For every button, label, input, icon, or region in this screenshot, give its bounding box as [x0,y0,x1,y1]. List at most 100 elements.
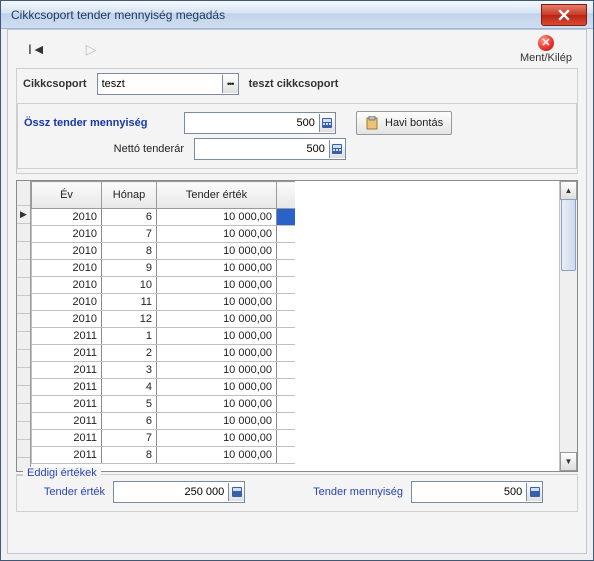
table-row[interactable]: 20101210 000,0020,00 [32,311,296,328]
scroll-thumb[interactable] [561,199,576,271]
cell-honap[interactable]: 6 [102,209,157,226]
column-header[interactable]: Mennyiség [277,182,296,209]
table-row[interactable]: 2011810 000,0020,00 [32,447,296,464]
nav-first-button[interactable]: I◄ [28,41,46,58]
cell-ev[interactable]: 2011 [32,345,102,362]
column-header[interactable]: Hónap [102,182,157,209]
cell-honap[interactable]: 8 [102,447,157,464]
table-row[interactable]: 2011510 000,0020,00 [32,396,296,413]
cell-honap[interactable]: 10 [102,277,157,294]
tender-ertek-input[interactable] [114,483,228,501]
cell-ertek[interactable]: 10 000,00 [157,430,277,447]
cell-ertek[interactable]: 10 000,00 [157,311,277,328]
cell-ev[interactable]: 2011 [32,328,102,345]
calculator-icon[interactable] [319,114,335,132]
cell-menny[interactable]: 20,00 [277,243,296,260]
netto-field[interactable] [194,138,346,160]
cell-ev[interactable]: 2011 [32,379,102,396]
table-row[interactable]: 2010710 000,0020,00 [32,226,296,243]
column-header[interactable]: Év [32,182,102,209]
cell-honap[interactable]: 11 [102,294,157,311]
table-row[interactable]: 20101010 000,0020,00 [32,277,296,294]
scroll-up-icon[interactable]: ▲ [560,181,577,200]
cell-honap[interactable]: 5 [102,396,157,413]
cell-ertek[interactable]: 10 000,00 [157,277,277,294]
havi-bontas-button[interactable]: Havi bontás [356,111,452,135]
cell-honap[interactable]: 4 [102,379,157,396]
ellipsis-button[interactable]: ••• [222,75,238,93]
table-row[interactable]: 2010610 000,0020,00 [32,209,296,226]
cell-menny[interactable]: 20,00 [277,379,296,396]
cell-ertek[interactable]: 10 000,00 [157,413,277,430]
cell-ertek[interactable]: 10 000,00 [157,345,277,362]
data-grid[interactable]: ▶ ÉvHónapTender értékMennyiség 2010610 0… [16,180,578,472]
cikkcsoport-combo[interactable]: ••• [97,73,239,95]
cell-honap[interactable]: 8 [102,243,157,260]
cell-ev[interactable]: 2011 [32,396,102,413]
cell-honap[interactable]: 2 [102,345,157,362]
table-row[interactable]: 20101110 000,0020,00 [32,294,296,311]
calculator-icon[interactable] [228,483,244,501]
calculator-icon[interactable] [329,140,345,158]
cell-honap[interactable]: 9 [102,260,157,277]
cell-honap[interactable]: 12 [102,311,157,328]
cell-menny[interactable]: 20,00 [277,277,296,294]
ossz-field[interactable] [184,112,336,134]
cell-menny[interactable]: 20,00 [277,209,296,226]
netto-input[interactable] [195,140,329,158]
cell-menny[interactable]: 20,00 [277,345,296,362]
cell-ertek[interactable]: 10 000,00 [157,209,277,226]
tender-menny-input[interactable] [412,483,526,501]
cell-ev[interactable]: 2010 [32,294,102,311]
cell-ertek[interactable]: 10 000,00 [157,328,277,345]
cell-ertek[interactable]: 10 000,00 [157,243,277,260]
cell-menny[interactable]: 20,00 [277,413,296,430]
cell-ertek[interactable]: 10 000,00 [157,362,277,379]
cell-menny[interactable]: 20,00 [277,430,296,447]
cell-honap[interactable]: 6 [102,413,157,430]
vertical-scrollbar[interactable]: ▲ ▼ [559,181,577,471]
cell-ertek[interactable]: 10 000,00 [157,226,277,243]
save-exit-button[interactable]: ✕ Ment/Kilép [520,35,572,64]
cell-ertek[interactable]: 10 000,00 [157,260,277,277]
cell-ev[interactable]: 2010 [32,277,102,294]
cell-ertek[interactable]: 10 000,00 [157,379,277,396]
cell-menny[interactable]: 20,00 [277,396,296,413]
cell-menny[interactable]: 20,00 [277,260,296,277]
table-row[interactable]: 2011110 000,0020,00 [32,328,296,345]
cell-ev[interactable]: 2011 [32,413,102,430]
cikkcsoport-input[interactable] [98,75,222,93]
column-header[interactable]: Tender érték [157,182,277,209]
tender-menny-field[interactable] [411,481,543,503]
title-bar[interactable]: Cikkcsoport tender mennyiség megadás [1,1,593,29]
cell-honap[interactable]: 7 [102,226,157,243]
cell-ev[interactable]: 2011 [32,447,102,464]
cell-menny[interactable]: 20,00 [277,294,296,311]
cell-honap[interactable]: 7 [102,430,157,447]
cell-menny[interactable]: 20,00 [277,328,296,345]
cell-menny[interactable]: 20,00 [277,311,296,328]
table-row[interactable]: 2011710 000,0020,00 [32,430,296,447]
table-row[interactable]: 2011210 000,0020,00 [32,345,296,362]
scroll-down-icon[interactable]: ▼ [560,452,577,471]
cell-honap[interactable]: 1 [102,328,157,345]
ossz-input[interactable] [185,114,319,132]
cell-ev[interactable]: 2010 [32,311,102,328]
cell-ev[interactable]: 2010 [32,243,102,260]
cell-honap[interactable]: 3 [102,362,157,379]
table-row[interactable]: 2010810 000,0020,00 [32,243,296,260]
cell-menny[interactable]: 20,00 [277,447,296,464]
cell-ev[interactable]: 2010 [32,226,102,243]
table-row[interactable]: 2011310 000,0020,00 [32,362,296,379]
table-row[interactable]: 2011610 000,0020,00 [32,413,296,430]
calculator-icon[interactable] [526,483,542,501]
cell-menny[interactable]: 20,00 [277,362,296,379]
close-button[interactable] [541,4,587,26]
cell-ev[interactable]: 2010 [32,260,102,277]
tender-ertek-field[interactable] [113,481,245,503]
table-row[interactable]: 2011410 000,0020,00 [32,379,296,396]
cell-ev[interactable]: 2011 [32,362,102,379]
cell-ev[interactable]: 2010 [32,209,102,226]
cell-ertek[interactable]: 10 000,00 [157,294,277,311]
cell-ertek[interactable]: 10 000,00 [157,396,277,413]
